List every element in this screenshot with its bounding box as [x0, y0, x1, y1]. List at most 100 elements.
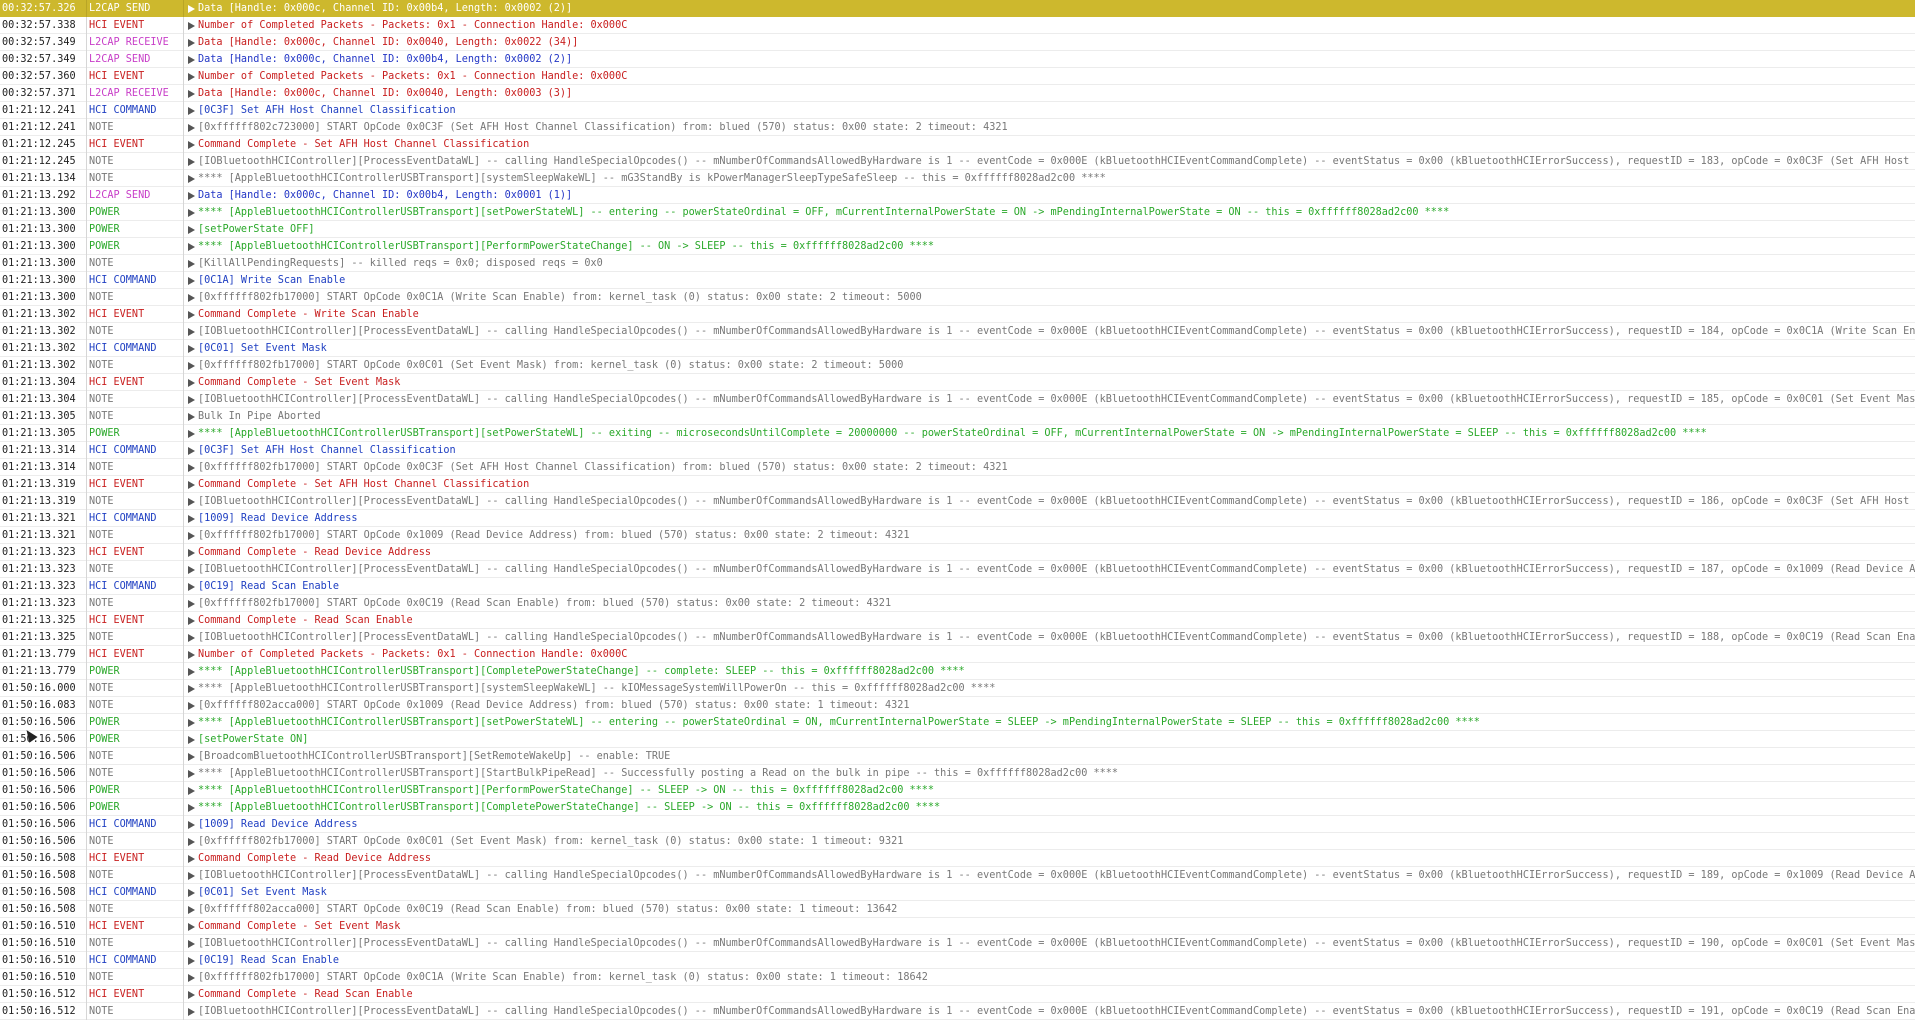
- disclosure-triangle-icon[interactable]: [188, 39, 195, 47]
- log-row[interactable]: 01:21:13.302 NOTE [0xffffff802fb17000] STA…: [0, 357, 1915, 374]
- log-row[interactable]: 01:21:13.319 HCI EVENT Command Complete - …: [0, 476, 1915, 493]
- disclosure-triangle-icon[interactable]: [188, 107, 195, 115]
- log-row[interactable]: 01:50:16.510 HCI COMMAND [0C19] Read Scan …: [0, 952, 1915, 969]
- log-row[interactable]: 01:50:16.000 NOTE **** [AppleBluetoothHCIC…: [0, 680, 1915, 697]
- log-row[interactable]: 01:50:16.506 POWER **** [AppleBluetoothHCI…: [0, 782, 1915, 799]
- log-row[interactable]: 01:21:13.300 POWER [setPowerState OFF]: [0, 221, 1915, 238]
- log-row[interactable]: 01:21:13.325 HCI EVENT Command Complete - …: [0, 612, 1915, 629]
- log-row[interactable]: 01:21:13.302 NOTE [IOBluetoothHCIControlle…: [0, 323, 1915, 340]
- disclosure-triangle-icon[interactable]: [188, 753, 195, 761]
- log-row[interactable]: 00:32:57.338 HCI EVENT Number of Completed…: [0, 17, 1915, 34]
- log-row[interactable]: 01:21:13.321 NOTE [0xffffff802fb17000] STA…: [0, 527, 1915, 544]
- log-row[interactable]: 01:21:13.304 HCI EVENT Command Complete - …: [0, 374, 1915, 391]
- log-row[interactable]: 01:21:13.300 POWER **** [AppleBluetoothHCI…: [0, 238, 1915, 255]
- log-row[interactable]: 01:50:16.506 POWER [setPowerState ON]: [0, 731, 1915, 748]
- log-row[interactable]: 01:50:16.506 NOTE **** [AppleBluetoothHCIC…: [0, 765, 1915, 782]
- log-row[interactable]: 01:21:12.241 HCI COMMAND [0C3F] Set AFH Ho…: [0, 102, 1915, 119]
- disclosure-triangle-icon[interactable]: [188, 328, 195, 336]
- disclosure-triangle-icon[interactable]: [188, 141, 195, 149]
- disclosure-triangle-icon[interactable]: [188, 1008, 195, 1016]
- disclosure-triangle-icon[interactable]: [188, 583, 195, 591]
- log-row[interactable]: 01:21:13.305 POWER **** [AppleBluetoothHCI…: [0, 425, 1915, 442]
- log-row[interactable]: 01:21:13.300 POWER **** [AppleBluetoothHCI…: [0, 204, 1915, 221]
- log-row[interactable]: 01:21:13.323 HCI EVENT Command Complete - …: [0, 544, 1915, 561]
- log-row[interactable]: 00:32:57.349 L2CAP RECEIVE Data [Handle: 0…: [0, 34, 1915, 51]
- log-row[interactable]: 01:21:13.314 HCI COMMAND [0C3F] Set AFH Ho…: [0, 442, 1915, 459]
- disclosure-triangle-icon[interactable]: [188, 447, 195, 455]
- disclosure-triangle-icon[interactable]: [188, 311, 195, 319]
- log-row[interactable]: 01:21:12.241 NOTE [0xffffff802c723000] STA…: [0, 119, 1915, 136]
- disclosure-triangle-icon[interactable]: [188, 600, 195, 608]
- disclosure-triangle-icon[interactable]: [188, 56, 195, 64]
- log-row[interactable]: 00:32:57.326 L2CAP SEND Data [Handle: 0x00…: [0, 0, 1915, 17]
- disclosure-triangle-icon[interactable]: [188, 362, 195, 370]
- disclosure-triangle-icon[interactable]: [188, 277, 195, 285]
- disclosure-triangle-icon[interactable]: [188, 549, 195, 557]
- packet-log-table[interactable]: 00:32:57.326 L2CAP SEND Data [Handle: 0x00…: [0, 0, 1915, 1027]
- log-row[interactable]: 01:21:13.779 HCI EVENT Number of Completed…: [0, 646, 1915, 663]
- log-row[interactable]: 01:50:16.508 NOTE [0xffffff802acca000] STA…: [0, 901, 1915, 918]
- disclosure-triangle-icon[interactable]: [188, 872, 195, 880]
- log-row[interactable]: 01:50:16.512 NOTE [IOBluetoothHCIControlle…: [0, 1003, 1915, 1020]
- log-row[interactable]: 01:50:16.510 NOTE [0xffffff802fb17000] STA…: [0, 969, 1915, 986]
- disclosure-triangle-icon[interactable]: [188, 175, 195, 183]
- disclosure-triangle-icon[interactable]: [188, 940, 195, 948]
- log-row[interactable]: 01:21:13.300 HCI COMMAND [0C1A] Write Scan…: [0, 272, 1915, 289]
- disclosure-triangle-icon[interactable]: [188, 413, 195, 421]
- disclosure-triangle-icon[interactable]: [188, 906, 195, 914]
- log-row[interactable]: 01:21:13.305 NOTE Bulk In Pipe Aborted: [0, 408, 1915, 425]
- disclosure-triangle-icon[interactable]: [188, 889, 195, 897]
- disclosure-triangle-icon[interactable]: [188, 243, 195, 251]
- log-row[interactable]: 01:50:16.506 HCI COMMAND [1009] Read Devic…: [0, 816, 1915, 833]
- log-row[interactable]: 01:50:16.506 NOTE [0xffffff802fb17000] STA…: [0, 833, 1915, 850]
- log-row[interactable]: 01:50:16.510 HCI EVENT Command Complete - …: [0, 918, 1915, 935]
- log-row[interactable]: 01:50:16.510 NOTE [IOBluetoothHCIControlle…: [0, 935, 1915, 952]
- log-row[interactable]: 01:21:13.319 NOTE [IOBluetoothHCIControlle…: [0, 493, 1915, 510]
- log-row[interactable]: 01:21:13.325 NOTE [IOBluetoothHCIControlle…: [0, 629, 1915, 646]
- disclosure-triangle-icon[interactable]: [188, 787, 195, 795]
- log-row[interactable]: 00:32:57.360 HCI EVENT Number of Completed…: [0, 68, 1915, 85]
- disclosure-triangle-icon[interactable]: [188, 532, 195, 540]
- disclosure-triangle-icon[interactable]: [188, 226, 195, 234]
- log-row[interactable]: 01:21:13.302 HCI EVENT Command Complete - …: [0, 306, 1915, 323]
- disclosure-triangle-icon[interactable]: [188, 515, 195, 523]
- log-row[interactable]: 01:21:13.134 NOTE **** [AppleBluetoothHCIC…: [0, 170, 1915, 187]
- disclosure-triangle-icon[interactable]: [188, 855, 195, 863]
- disclosure-triangle-icon[interactable]: [188, 209, 195, 217]
- log-row[interactable]: 01:21:13.314 NOTE [0xffffff802fb17000] STA…: [0, 459, 1915, 476]
- disclosure-triangle-icon[interactable]: [188, 634, 195, 642]
- log-row[interactable]: 01:21:13.304 NOTE [IOBluetoothHCIControlle…: [0, 391, 1915, 408]
- disclosure-triangle-icon[interactable]: [188, 668, 195, 676]
- disclosure-triangle-icon[interactable]: [188, 685, 195, 693]
- log-row[interactable]: 01:50:16.506 NOTE [BroadcomBluetoothHCICon…: [0, 748, 1915, 765]
- disclosure-triangle-icon[interactable]: [188, 566, 195, 574]
- disclosure-triangle-icon[interactable]: [188, 719, 195, 727]
- log-row[interactable]: 01:21:13.323 NOTE [0xffffff802fb17000] STA…: [0, 595, 1915, 612]
- log-row[interactable]: 01:21:13.323 HCI COMMAND [0C19] Read Scan …: [0, 578, 1915, 595]
- disclosure-triangle-icon[interactable]: [188, 73, 195, 81]
- disclosure-triangle-icon[interactable]: [188, 294, 195, 302]
- disclosure-triangle-icon[interactable]: [188, 957, 195, 965]
- disclosure-triangle-icon[interactable]: [188, 991, 195, 999]
- disclosure-triangle-icon[interactable]: [188, 260, 195, 268]
- disclosure-triangle-icon[interactable]: [188, 464, 195, 472]
- log-row[interactable]: 01:50:16.508 HCI EVENT Command Complete - …: [0, 850, 1915, 867]
- disclosure-triangle-icon[interactable]: [188, 702, 195, 710]
- disclosure-triangle-icon[interactable]: [188, 804, 195, 812]
- log-row[interactable]: 01:50:16.506 POWER **** [AppleBluetoothHCI…: [0, 714, 1915, 731]
- log-row[interactable]: 01:21:13.300 NOTE [KillAllPendingRequests]…: [0, 255, 1915, 272]
- disclosure-triangle-icon[interactable]: [188, 821, 195, 829]
- disclosure-triangle-icon[interactable]: [188, 379, 195, 387]
- disclosure-triangle-icon[interactable]: [188, 736, 195, 744]
- disclosure-triangle-icon[interactable]: [188, 923, 195, 931]
- disclosure-triangle-icon[interactable]: [188, 651, 195, 659]
- disclosure-triangle-icon[interactable]: [188, 345, 195, 353]
- disclosure-triangle-icon[interactable]: [188, 838, 195, 846]
- log-row[interactable]: 01:21:13.292 L2CAP SEND Data [Handle: 0x00…: [0, 187, 1915, 204]
- log-row[interactable]: 01:21:13.323 NOTE [IOBluetoothHCIControlle…: [0, 561, 1915, 578]
- disclosure-triangle-icon[interactable]: [188, 396, 195, 404]
- log-row[interactable]: 01:50:16.508 NOTE [IOBluetoothHCIControlle…: [0, 867, 1915, 884]
- log-row[interactable]: 01:21:12.245 HCI EVENT Command Complete - …: [0, 136, 1915, 153]
- log-row[interactable]: 00:32:57.371 L2CAP RECEIVE Data [Handle: 0…: [0, 85, 1915, 102]
- log-row[interactable]: 01:50:16.512 HCI EVENT Command Complete - …: [0, 986, 1915, 1003]
